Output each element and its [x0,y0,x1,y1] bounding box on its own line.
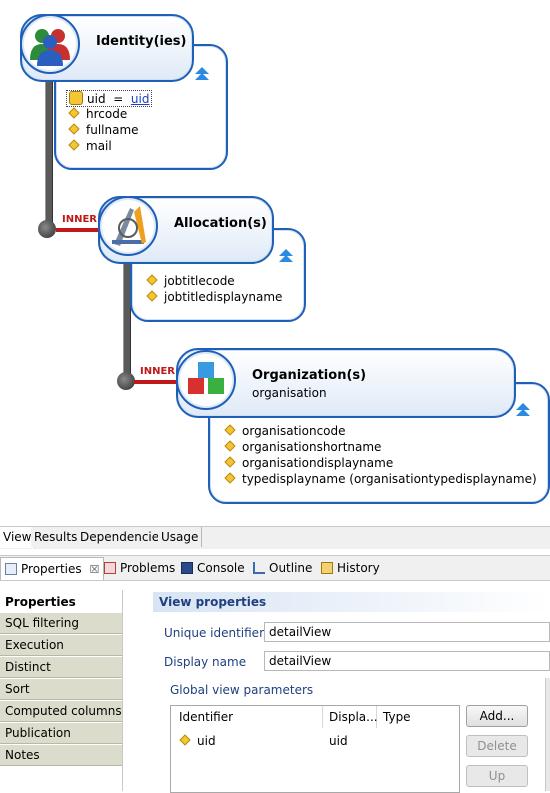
collapse-up-icon[interactable] [515,402,531,418]
users-icon [20,14,80,74]
column-header-type[interactable]: Type [377,706,437,728]
table-cell-display: uid [329,734,348,748]
tab-problems[interactable]: Problems [100,557,179,579]
field-item[interactable]: jobtitledisplayname [146,290,282,304]
nav-notes[interactable]: Notes [0,745,122,766]
field-item[interactable]: jobtitlecode [146,274,235,288]
nav-sort[interactable]: Sort [0,679,122,700]
field-item[interactable]: mail [68,139,112,153]
editor-tabbar: View Results Dependencies Usage [0,526,550,549]
key-field-name: uid [87,92,106,106]
field-item[interactable]: organisationshortname [224,440,381,454]
history-icon [321,562,333,574]
field-item[interactable]: organisationcode [224,424,346,438]
collapse-up-icon[interactable] [194,66,210,82]
outline-icon [253,562,265,574]
field-item[interactable]: hrcode [68,107,127,121]
key-field-op: = [113,92,124,106]
join-connector-vertical [45,72,53,230]
up-button[interactable]: Up [466,765,528,787]
tab-history[interactable]: History [317,557,384,579]
display-name-input[interactable] [264,651,550,671]
drafting-tools-icon [98,196,158,256]
join-type-label: INNER [62,214,97,225]
join-joint[interactable] [38,220,56,238]
column-header-display[interactable]: Displa... [323,706,378,728]
parameters-table[interactable]: Identifier Displa... Type uid uid [170,705,460,793]
node-title: Allocation(s) [174,216,267,231]
key-field-link[interactable]: uid [131,92,150,106]
cubes-icon [176,350,236,410]
nav-computed-columns[interactable]: Computed columns [0,701,122,722]
properties-nav: Properties SQL filtering Execution Disti… [0,590,123,791]
collapse-up-icon[interactable] [278,248,294,264]
field-item[interactable]: fullname [68,123,139,137]
node-subtitle: organisation [252,386,327,400]
view-diagram: INNER INNER Identity(ies) uid = uid hrco… [0,0,550,522]
console-icon [181,562,193,574]
properties-icon [5,563,17,575]
nav-execution[interactable]: Execution [0,635,122,656]
join-type-label: INNER [140,366,175,377]
nav-sql-filtering[interactable]: SQL filtering [0,613,122,634]
nav-properties[interactable]: Properties [0,592,122,613]
panel-tabbar: Properties ☒ Problems Console Outline Hi… [0,555,550,581]
close-icon[interactable]: ☒ [89,563,99,576]
add-button[interactable]: Add... [466,705,528,727]
tab-outline[interactable]: Outline [249,557,316,579]
unique-identifier-label: Unique identifier [164,626,264,640]
delete-button[interactable]: Delete [466,735,528,757]
problems-icon [104,562,116,574]
nav-publication[interactable]: Publication [0,723,122,744]
key-field[interactable]: uid = uid [66,90,153,107]
nav-distinct[interactable]: Distinct [0,657,122,678]
tab-properties[interactable]: Properties ☒ [0,557,105,580]
table-row[interactable]: uid [179,734,216,748]
tab-results[interactable]: Results [31,527,82,547]
key-icon [69,91,83,105]
scrollbar[interactable] [545,678,550,791]
column-header-identifier[interactable]: Identifier [171,706,323,728]
display-name-label: Display name [164,655,247,669]
node-title: Organization(s) [252,368,367,383]
node-title: Identity(ies) [96,34,187,49]
tab-dependencies[interactable]: Dependencies [77,527,170,547]
global-parameters-label: Global view parameters [170,683,314,697]
view-properties-title: View properties [153,592,550,612]
tab-usage[interactable]: Usage [158,527,203,547]
unique-identifier-input[interactable] [264,622,550,642]
join-joint[interactable] [117,372,135,390]
tab-console[interactable]: Console [177,557,249,579]
field-item[interactable]: organisationdisplayname [224,456,393,470]
field-item[interactable]: typedisplayname (organisationtypedisplay… [224,472,537,486]
